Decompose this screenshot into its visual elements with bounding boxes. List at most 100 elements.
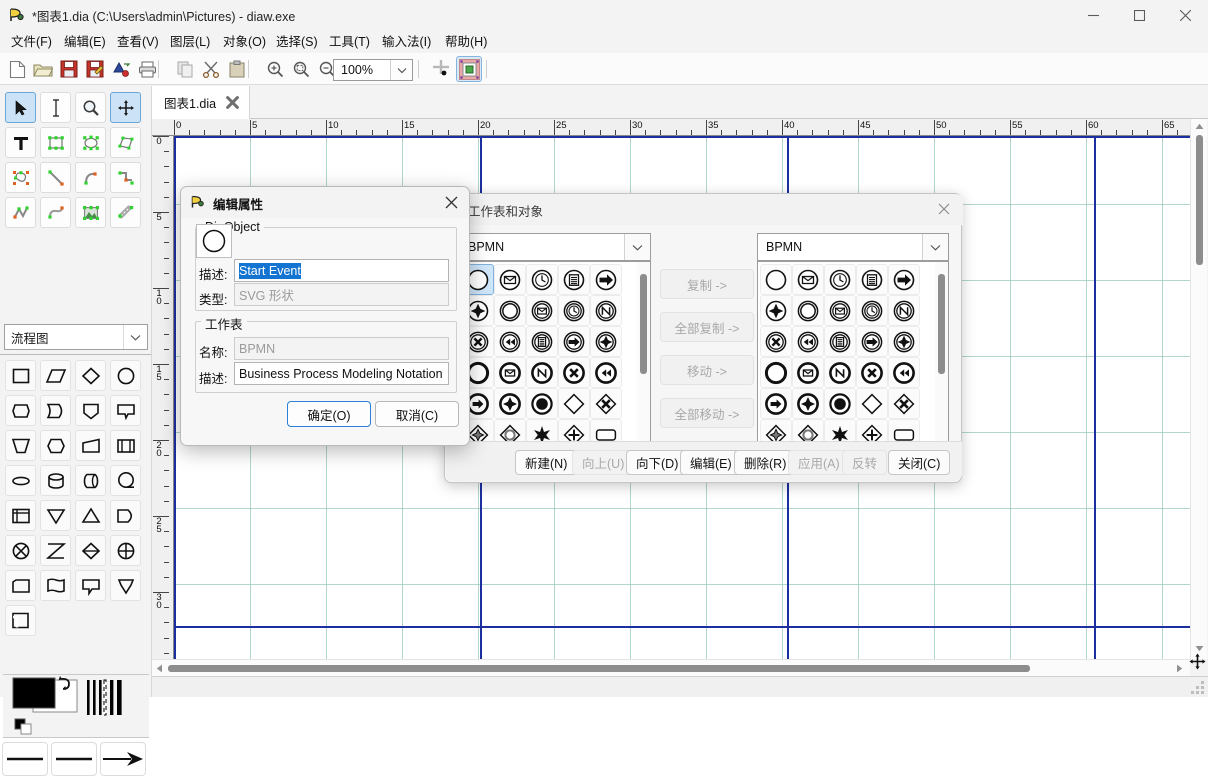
rule-event[interactable] [856, 264, 888, 295]
description-field[interactable]: Start Event [234, 259, 449, 282]
triangle-down-icon[interactable] [40, 500, 71, 531]
intermediate-message[interactable] [526, 295, 558, 326]
line-icon[interactable] [40, 162, 71, 193]
intermediate-link[interactable] [494, 326, 526, 357]
zoom-fit-icon[interactable] [288, 56, 314, 82]
message-event[interactable] [494, 264, 526, 295]
chevron-down-icon[interactable] [922, 234, 948, 260]
intermediate-timer[interactable] [558, 295, 590, 326]
end-cancel[interactable] [856, 357, 888, 388]
scissors-icon[interactable] [198, 56, 224, 82]
left-icon-pane[interactable] [459, 261, 651, 457]
menu-object[interactable]: 对象(O) [218, 33, 271, 51]
move-all-button[interactable]: 全部移动 -> [660, 398, 754, 428]
menu-view[interactable]: 查看(V) [112, 33, 164, 51]
corner-box-icon[interactable] [5, 605, 36, 636]
polyline-icon[interactable] [5, 197, 36, 228]
intermediate-rule[interactable] [888, 295, 920, 326]
menu-tools[interactable]: 工具(T) [324, 33, 375, 51]
card-icon[interactable] [5, 570, 36, 601]
end-rule[interactable] [824, 357, 856, 388]
ellipse-handles-icon[interactable] [75, 127, 106, 158]
intermediate-document[interactable] [824, 326, 856, 357]
paste-icon[interactable] [224, 56, 250, 82]
resize-grip[interactable] [1191, 681, 1205, 695]
apply-button[interactable]: 应用(A) [788, 450, 850, 475]
vertical-scrollbar[interactable] [1190, 119, 1207, 659]
thin-line-icon[interactable] [2, 742, 48, 776]
end-rule[interactable] [526, 357, 558, 388]
hourglass-icon[interactable] [40, 535, 71, 566]
minimize-icon[interactable] [1070, 0, 1116, 30]
printer-icon[interactable] [134, 56, 160, 82]
pan-move-icon[interactable] [110, 92, 141, 123]
left-pane-scroll-thumb[interactable] [640, 274, 647, 374]
fg-bg-color-widget[interactable] [3, 674, 149, 738]
cylinder-icon[interactable] [40, 465, 71, 496]
vertical-ruler[interactable]: 051015202530 [152, 136, 174, 659]
intermediate-multiple[interactable] [590, 326, 622, 357]
new-button[interactable]: 新建(N) [515, 450, 578, 475]
image-icon[interactable] [75, 197, 106, 228]
right-icon-pane[interactable] [757, 261, 949, 457]
triangle-down-flat-icon[interactable] [110, 570, 141, 601]
chevron-down-icon[interactable] [123, 325, 147, 349]
flat-ellipse-icon[interactable] [5, 465, 36, 496]
intermediate-timer[interactable] [856, 295, 888, 326]
vertical-scroll-thumb[interactable] [1196, 135, 1203, 265]
delay-icon[interactable] [40, 395, 71, 426]
cancel-button[interactable]: 取消(C) [375, 401, 459, 427]
zigzag-line-icon[interactable] [110, 162, 141, 193]
gateway-empty[interactable] [856, 388, 888, 419]
diamond-line-icon[interactable] [75, 535, 106, 566]
menu-edit[interactable]: 编辑(E) [59, 33, 111, 51]
parallelogram-icon[interactable] [40, 360, 71, 391]
intermediate-message[interactable] [824, 295, 856, 326]
scroll-up-icon[interactable] [1194, 121, 1205, 132]
floppy-save-as-icon[interactable] [82, 56, 108, 82]
text-caret-icon[interactable] [40, 92, 71, 123]
down-button[interactable]: 向下(D) [626, 450, 689, 475]
pan-move-icon[interactable] [1189, 653, 1207, 671]
close-icon[interactable] [935, 200, 953, 218]
outline-icon[interactable] [110, 197, 141, 228]
left-pane-scrollbar[interactable] [637, 262, 650, 456]
floppy-save-icon[interactable] [56, 56, 82, 82]
right-sheet-combo[interactable]: BPMN [757, 233, 949, 261]
link-event[interactable] [590, 264, 622, 295]
right-pane-scrollbar[interactable] [935, 262, 948, 456]
scroll-right-icon[interactable] [1174, 663, 1185, 674]
left-sheet-combo[interactable]: BPMN [459, 233, 651, 261]
end-cancel[interactable] [558, 357, 590, 388]
chevron-down-icon[interactable] [390, 60, 412, 80]
close-icon[interactable] [1162, 0, 1208, 30]
diagram-tree-icon[interactable] [456, 56, 482, 82]
trapezoid-down-icon[interactable] [5, 430, 36, 461]
gateway-exclusive[interactable] [888, 388, 920, 419]
manual-input-icon[interactable] [75, 430, 106, 461]
circle-plus-icon[interactable] [110, 535, 141, 566]
export-icon[interactable] [108, 56, 134, 82]
triangle-up-icon[interactable] [75, 500, 106, 531]
ok-button[interactable]: 确定(O) [287, 401, 371, 427]
end-multiple[interactable] [494, 388, 526, 419]
menu-help[interactable]: 帮助(H) [440, 33, 492, 51]
timer-event[interactable] [824, 264, 856, 295]
intermediate-arrow[interactable] [856, 326, 888, 357]
square-icon[interactable] [5, 360, 36, 391]
chevron-down-icon[interactable] [624, 234, 650, 260]
zoom-level-combo[interactable]: 100% [333, 59, 413, 81]
move-to-button[interactable]: 移动 -> [660, 355, 754, 385]
revert-button[interactable]: 反转 [842, 450, 888, 475]
horizontal-scroll-thumb[interactable] [168, 665, 1030, 672]
thick-line-icon[interactable] [51, 742, 97, 776]
sheet-desc-field[interactable]: Business Process Modeling Notation [234, 362, 449, 385]
delete-button[interactable]: 删除(R) [734, 450, 797, 475]
end-event-bold[interactable] [760, 357, 792, 388]
maximize-icon[interactable] [1116, 0, 1162, 30]
beziergon-handles-icon[interactable] [5, 162, 36, 193]
circle-icon[interactable] [110, 360, 141, 391]
end-message[interactable] [792, 357, 824, 388]
up-button[interactable]: 向上(U) [572, 450, 635, 475]
intermediate-rule[interactable] [590, 295, 622, 326]
